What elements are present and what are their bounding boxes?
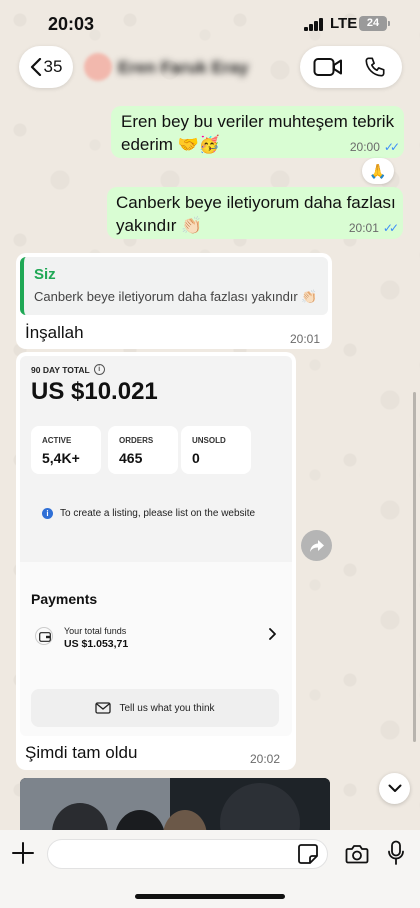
quote-author: Siz [34,266,56,283]
total-value: US $10.021 [31,378,158,405]
stat-active: ACTIVE 5,4K+ [31,426,101,474]
stat-value: 5,4K+ [42,450,80,466]
composer-bar [0,830,420,908]
microphone-icon[interactable] [387,840,405,866]
signal-icon [304,18,324,31]
contact-header[interactable]: Eren Faruk Eray [84,50,284,86]
message-bubble-outgoing[interactable]: Canberk beye iletiyorum daha fazlası yak… [107,187,403,239]
stat-label: ACTIVE [42,436,72,445]
stat-label: UNSOLD [192,436,226,445]
info-icon: i [93,364,105,375]
network-type: LTE [330,15,358,32]
unread-count: 35 [43,57,63,76]
mail-icon [95,702,112,714]
message-text: İnşallah [25,323,84,342]
forward-button[interactable] [301,530,332,561]
total-label-text: 90 DAY TOTAL [31,364,90,375]
message-time: 20:02 [250,752,281,766]
scroll-indicator[interactable] [413,392,416,742]
video-call-icon[interactable] [313,57,343,77]
call-actions [300,46,402,88]
status-time: 20:03 [48,14,95,34]
screenshot-image[interactable]: 90 DAY TOTAL i US $10.021 ACTIVE 5,4K+ OR… [20,356,292,736]
stat-label: ORDERS [119,436,154,445]
back-button[interactable]: 35 [19,46,73,88]
message-time: 20:01 [290,332,321,346]
info-icon: i [42,508,53,519]
funds-label: Your total funds [64,626,127,636]
read-receipt-icon: ✓✓ [383,140,400,154]
listing-note: i To create a listing, please list on the… [42,508,255,519]
avatar [84,53,112,81]
chevron-down-icon [388,784,401,792]
time-label: 20:01 [348,221,379,235]
plus-icon[interactable] [11,841,35,865]
camera-icon[interactable] [345,843,369,865]
stat-orders: ORDERS 465 [108,426,178,474]
message-time: 20:01 ✓✓ [348,221,399,235]
stat-unsold: UNSOLD 0 [181,426,251,474]
funds-row: Your total funds US $1.053,71 [31,618,281,656]
quote-text: Canberk beye iletiyorum daha fazlası yak… [34,289,318,304]
listing-note-text: To create a listing, please list on the … [60,508,256,519]
feedback-button: Tell us what you think [31,689,279,727]
chevron-right-icon [269,628,276,640]
sticker-icon[interactable] [297,843,319,865]
total-label: 90 DAY TOTAL i [31,364,105,375]
time-label: 20:00 [349,140,380,154]
payments-title: Payments [31,591,98,607]
stat-value: 465 [119,450,143,466]
chevron-left-icon [30,58,41,76]
message-input[interactable] [47,839,328,869]
quoted-message[interactable]: Siz Canberk beye iletiyorum daha fazlası… [20,257,328,315]
status-bar: 20:03 LTE 24 [0,0,420,48]
image-caption: Şimdi tam oldu [25,743,138,762]
scroll-down-button[interactable] [379,773,410,804]
feedback-label: Tell us what you think [119,702,215,714]
battery-icon: 24 [359,16,390,31]
phone-call-icon[interactable] [364,56,386,78]
funds-value: US $1.053,71 [64,638,129,650]
forward-icon [309,539,324,552]
stat-value: 0 [192,450,200,466]
contact-name: Eren Faruk Eray [118,58,249,77]
message-time: 20:00 ✓✓ [349,140,400,154]
message-bubble-outgoing[interactable]: Eren bey bu veriler muhteşem tebrik eder… [111,106,404,158]
message-reaction[interactable]: 🙏 [362,158,394,184]
wallet-icon [35,627,53,645]
home-indicator [135,894,285,899]
read-receipt-icon: ✓✓ [382,221,399,235]
